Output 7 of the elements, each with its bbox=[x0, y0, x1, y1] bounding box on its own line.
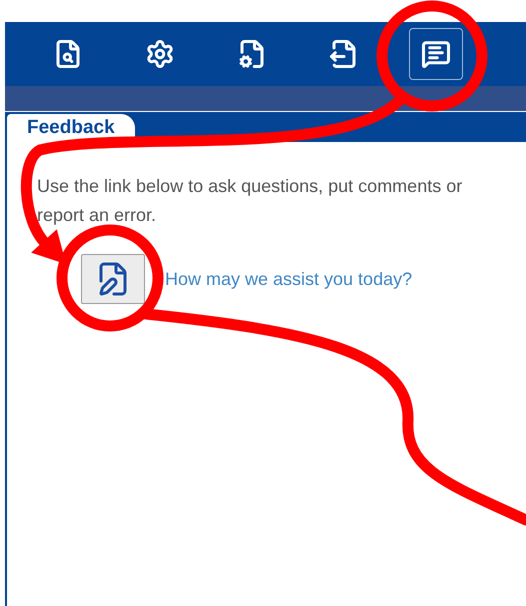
chat-bubble-icon bbox=[421, 39, 451, 69]
settings-icon bbox=[145, 39, 175, 69]
toolbar-button[interactable] bbox=[409, 28, 463, 80]
feedback-button[interactable] bbox=[81, 254, 145, 304]
assist-link[interactable]: How may we assist you today? bbox=[165, 266, 412, 292]
description-text: Use the link below to ask questions, put comments or report an error. bbox=[37, 175, 464, 227]
tab[interactable]: Feedback bbox=[7, 114, 135, 142]
